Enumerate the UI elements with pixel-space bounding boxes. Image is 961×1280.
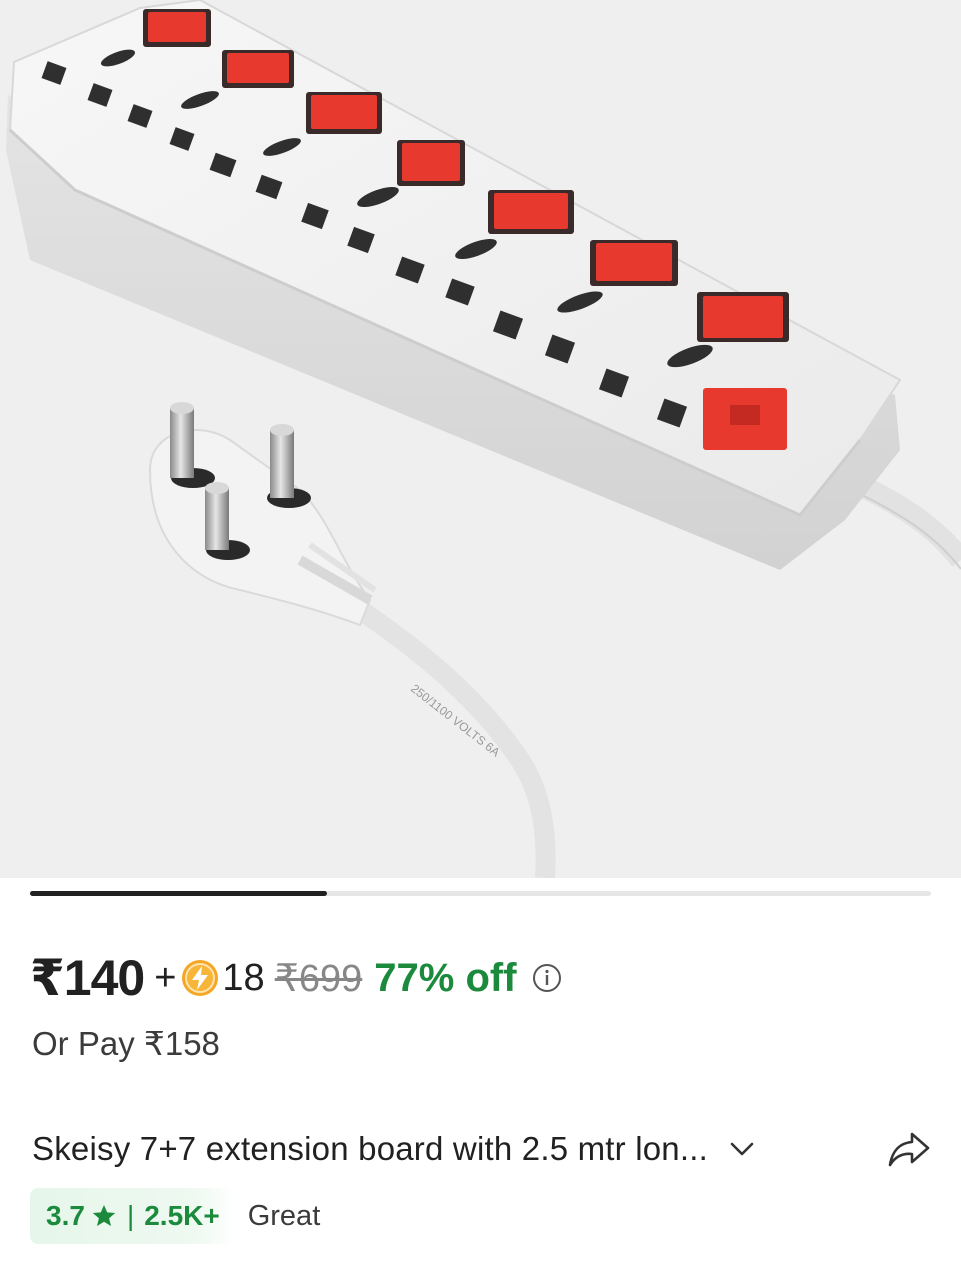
product-title-row[interactable]: Skeisy 7+7 extension board with 2.5 mtr …	[32, 1126, 932, 1172]
rating-separator: |	[126, 1200, 135, 1231]
product-title[interactable]: Skeisy 7+7 extension board with 2.5 mtr …	[32, 1130, 708, 1168]
original-price: ₹699	[274, 957, 363, 1000]
share-icon[interactable]	[886, 1126, 932, 1172]
discount-percent: 77% off	[374, 955, 517, 1000]
info-icon[interactable]	[531, 962, 563, 994]
or-pay-price: Or Pay ₹158	[32, 1025, 220, 1062]
plus-sign: +	[154, 956, 177, 999]
chevron-down-icon[interactable]	[726, 1133, 758, 1165]
rating-value: 3.7	[46, 1200, 85, 1231]
rating-badge[interactable]: 3.7 | 2.5K+	[30, 1188, 236, 1244]
image-carousel-indicator	[30, 891, 931, 896]
rating-count: 2.5K+	[144, 1200, 220, 1231]
extension-board-photo: 250/1100 VOLTS 6A	[6, 0, 961, 878]
rating-label: Great	[247, 1199, 321, 1232]
carousel-progress	[30, 891, 328, 896]
star-icon	[92, 1205, 116, 1226]
rating-row[interactable]: 3.7 | 2.5K+ Great	[30, 1188, 320, 1244]
supercoin-amount: 18	[222, 956, 265, 999]
price-row: ₹140 + 18 ₹699 77% off	[30, 948, 563, 1008]
supercoin-icon	[182, 960, 219, 996]
selling-price: ₹140	[30, 950, 145, 1006]
product-image[interactable]: 250/1100 VOLTS 6A	[0, 0, 961, 878]
